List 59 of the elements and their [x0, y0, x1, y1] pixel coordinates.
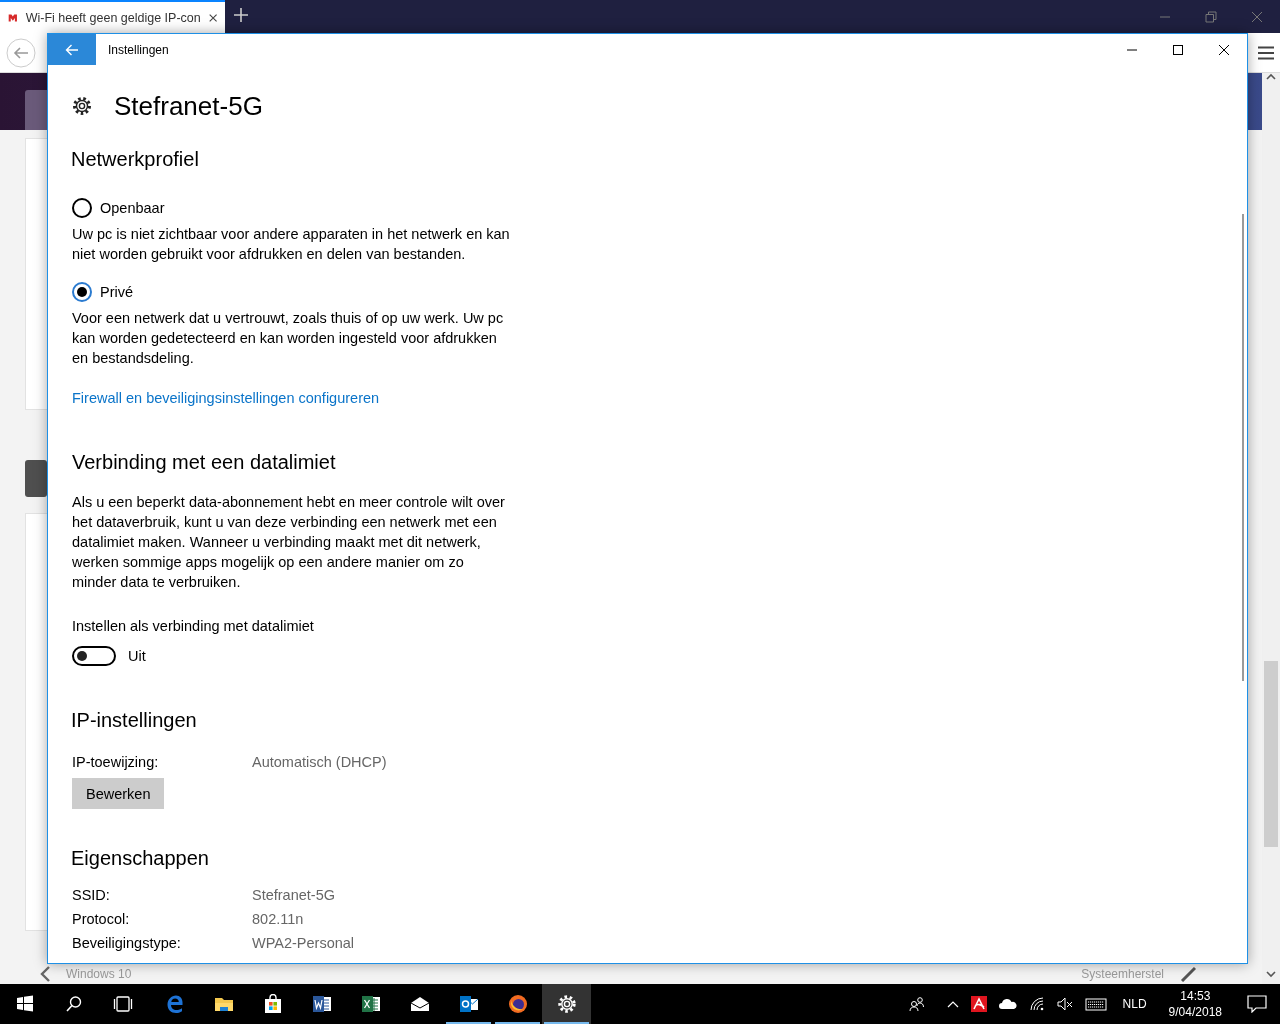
notification-icon[interactable]	[1247, 995, 1267, 1013]
section-heading: Netwerkprofiel	[71, 147, 200, 172]
window-title: Instellingen	[108, 42, 170, 57]
settings-icon	[72, 96, 92, 116]
browser-tab[interactable]: Wi-Fi heeft geen geldige IP-con	[0, 0, 225, 33]
wifi-icon[interactable]	[1028, 996, 1045, 1012]
scroll-down-icon[interactable]	[1266, 970, 1276, 978]
people-icon[interactable]	[908, 996, 925, 1012]
scroll-up-icon[interactable]	[1266, 73, 1276, 81]
pencil-icon[interactable]	[1180, 965, 1196, 982]
clock-time[interactable]: 14:53	[1180, 988, 1211, 1004]
task-view-icon	[112, 994, 133, 1014]
property-value: WPA2-Personal	[252, 934, 355, 953]
toggle-label: Instellen als verbinding met datalimiet	[72, 617, 315, 636]
restore-icon[interactable]	[1205, 10, 1217, 23]
property-label: SSID:	[72, 886, 111, 905]
section-heading: IP-instellingen	[71, 708, 198, 733]
input-language[interactable]: NLD	[1112, 984, 1157, 1024]
close-icon	[1218, 43, 1230, 56]
option-description: Voor een netwerk dat u vertrouwt, zoals thuis of op uw werk. Uw pc kan worden gedetecteerd en kan worden ingesteld voor afdrukken en bestandsdeling.	[72, 309, 505, 368]
tab-title: Wi-Fi heeft geen geldige IP-con	[25, 10, 201, 25]
keyboard-icon[interactable]	[1084, 996, 1107, 1012]
property-label: Beveiligingstype:	[72, 934, 182, 953]
scroll-thumb[interactable]	[1264, 661, 1278, 847]
footer-text: Systeemherstel	[1081, 966, 1164, 981]
property-label: Protocol:	[72, 910, 131, 929]
windows-logo-icon	[14, 994, 35, 1014]
close-icon[interactable]	[1251, 10, 1263, 23]
edit-button[interactable]: Bewerken	[72, 778, 165, 809]
section-heading: Eigenschappen	[71, 846, 210, 871]
property-value: Stefranet-5G	[252, 886, 335, 905]
scrollbar[interactable]	[1242, 214, 1244, 681]
section-description: Als u een beperkt data-abonnement hebt en meer controle wilt over het dataverbruik, kunt u van deze verbinding een netwerk met een datalimiet maken. Wanneer u verbinding maakt met dit netwerk, werken sommige apps mogelijk op een andere manier om zo minder data te verbruiken.	[72, 493, 506, 592]
property-value: Automatisch (DHCP)	[252, 753, 387, 772]
page-title: Stefranet-5G	[114, 90, 263, 122]
option-description: Uw pc is niet zichtbaar voor andere apparaten in het netwerk en kan niet worden gebruikt voor afdrukken en delen van bestanden.	[72, 225, 511, 264]
radio-button[interactable]: Privé	[72, 282, 134, 302]
cloud-icon[interactable]	[998, 996, 1017, 1012]
chevron-left-icon[interactable]	[40, 965, 50, 982]
new-tab-icon[interactable]	[233, 6, 249, 23]
toggle-state: Uit	[128, 648, 146, 664]
footer-text: Windows 10	[66, 966, 132, 981]
speaker-muted-icon[interactable]	[1056, 996, 1073, 1012]
clock-date[interactable]: 9/04/2018	[1168, 1004, 1222, 1020]
menu-icon[interactable]	[1258, 45, 1274, 60]
radio-button[interactable]: Openbaar	[72, 198, 165, 218]
scrollbar[interactable]	[1262, 73, 1280, 984]
close-icon[interactable]	[208, 11, 217, 24]
maximize-icon	[1172, 43, 1184, 56]
toggle-switch[interactable]	[72, 646, 116, 666]
back-arrow-icon	[65, 43, 79, 56]
property-value: 802.11n	[252, 910, 304, 929]
settings-taskbar-icon[interactable]	[542, 984, 591, 1024]
search-icon	[63, 994, 84, 1014]
property-label: IP-toewijzing:	[72, 753, 160, 772]
section-heading: Verbinding met een datalimiet	[72, 450, 337, 475]
minimize-icon	[1127, 48, 1137, 51]
back-button[interactable]	[48, 34, 96, 65]
firewall-link[interactable]: Firewall en beveiligingsinstellingen configureren	[72, 390, 380, 406]
